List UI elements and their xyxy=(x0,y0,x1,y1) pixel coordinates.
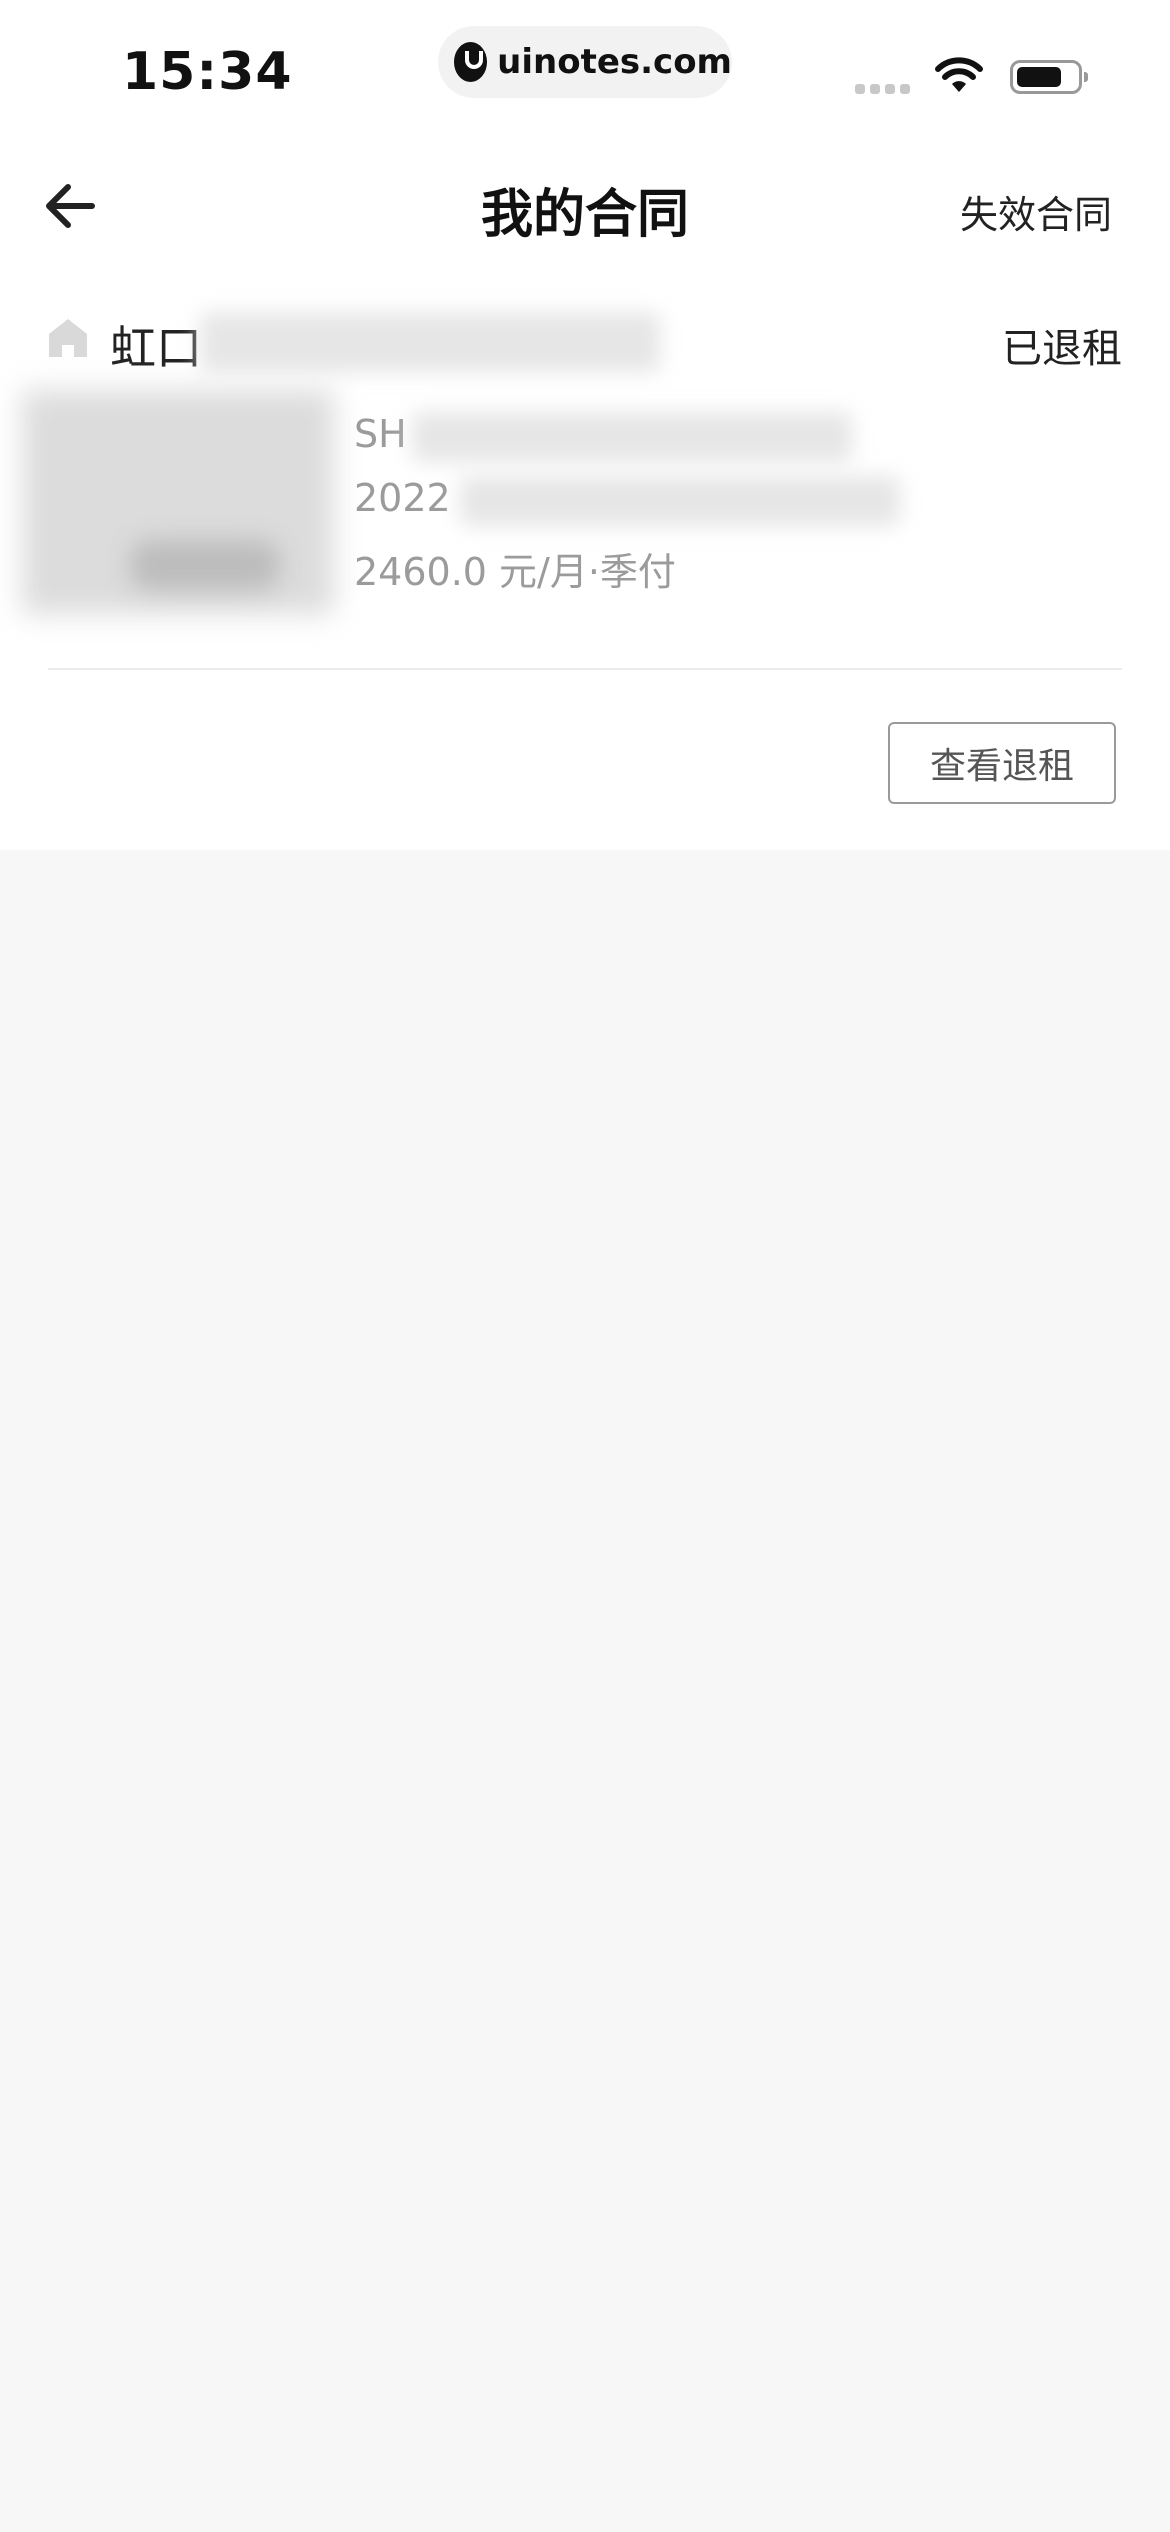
cellular-signal-icon xyxy=(855,84,910,94)
house-icon xyxy=(49,319,87,357)
url-text: uinotes.com xyxy=(497,42,732,82)
wifi-icon xyxy=(935,57,983,92)
contract-price: 2460.0 元/月·季付 xyxy=(354,550,676,594)
contract-code: SH xyxy=(354,412,407,456)
site-logo-icon xyxy=(454,42,488,82)
redacted-address xyxy=(200,312,660,372)
status-time: 15:34 xyxy=(122,42,293,102)
divider xyxy=(48,668,1122,670)
redacted-contract-code xyxy=(412,412,852,462)
battery-icon xyxy=(1010,60,1088,94)
view-move-out-button[interactable]: 查看退租 xyxy=(888,722,1116,804)
contract-status: 已退租 xyxy=(1002,326,1122,372)
url-pill: uinotes.com xyxy=(438,26,732,98)
contract-district: 虹口 xyxy=(110,321,202,375)
redacted-contract-date xyxy=(460,476,900,526)
invalid-contracts-link[interactable]: 失效合同 xyxy=(960,184,1112,239)
contract-date: 2022 xyxy=(354,476,451,520)
property-thumbnail-detail xyxy=(130,540,280,590)
